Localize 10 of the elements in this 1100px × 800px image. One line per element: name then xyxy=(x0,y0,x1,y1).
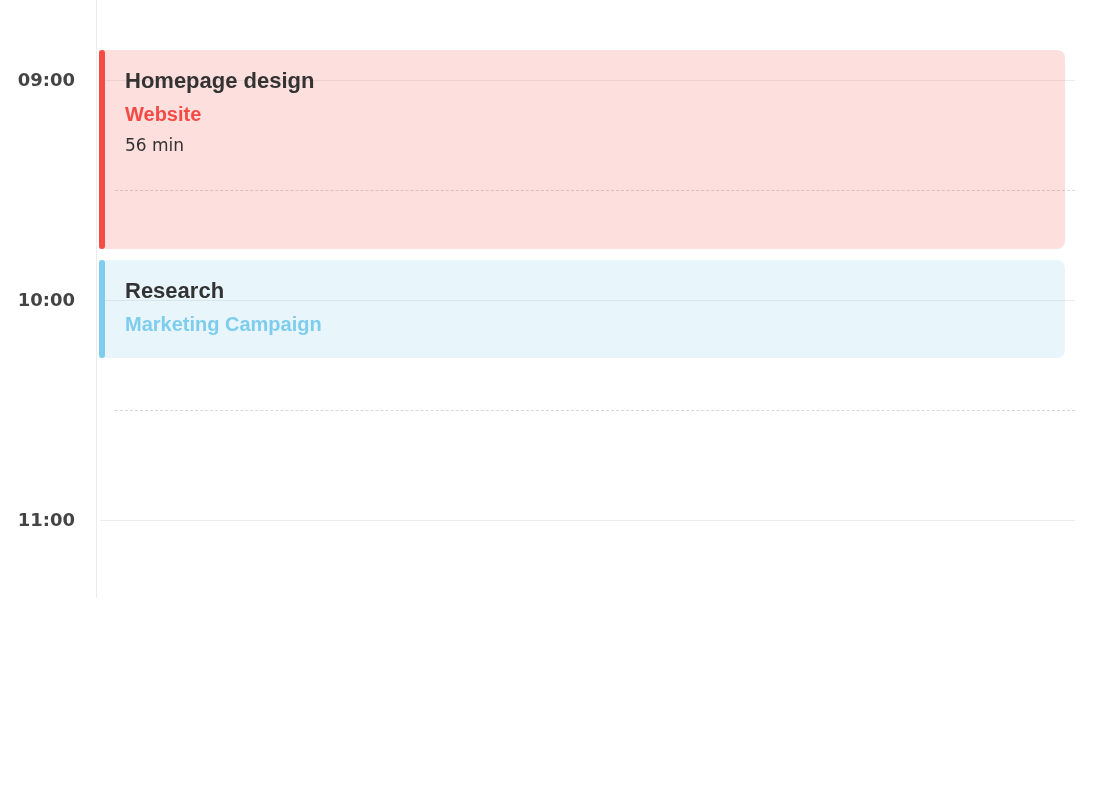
event-title: Homepage design xyxy=(125,68,315,94)
event-card[interactable]: Homepage design Website 56 min xyxy=(99,50,1065,249)
hour-label: 09:00 xyxy=(16,68,75,92)
event-title: Research xyxy=(125,278,226,304)
event-project: Marketing Campaign xyxy=(125,312,322,336)
hour-label: 10:00 xyxy=(16,288,75,312)
event-card[interactable]: Research Marketing Campaign xyxy=(99,260,1065,358)
event-duration: 56 min xyxy=(125,134,186,156)
hour-label: 11:00 xyxy=(16,508,75,532)
event-project: Website xyxy=(125,102,203,126)
